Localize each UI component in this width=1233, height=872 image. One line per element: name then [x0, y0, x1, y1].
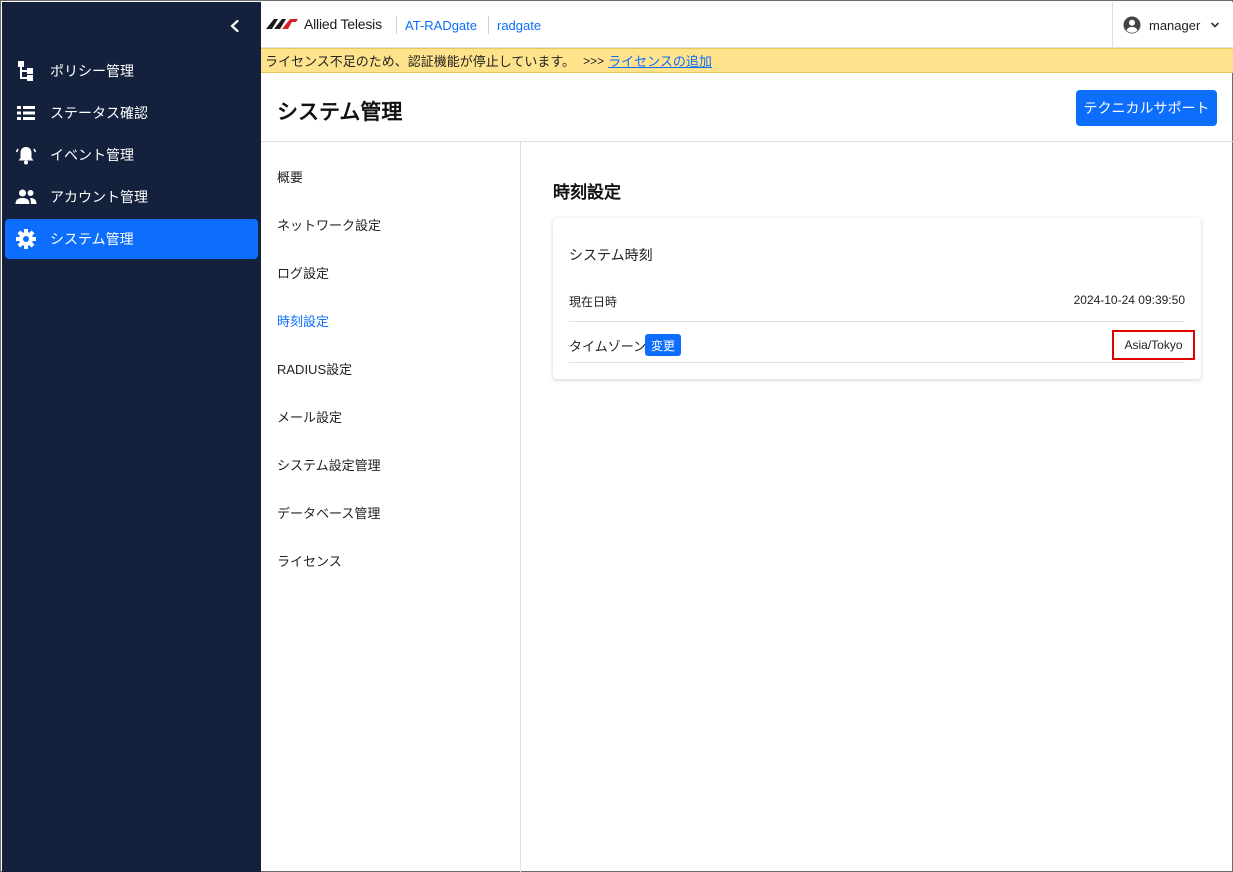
app-window: ポリシー管理 ステータス確認 イベント管理 アカウント管理 システム管理 All…	[0, 0, 1233, 872]
header-divider	[488, 16, 489, 34]
subnav-item-time[interactable]: 時刻設定	[277, 311, 329, 330]
page-header: システム管理 テクニカルサポート	[261, 73, 1233, 142]
user-menu[interactable]: manager	[1112, 2, 1233, 48]
sidebar-item-label: アカウント管理	[50, 189, 148, 205]
header-divider	[396, 16, 397, 34]
subnav-item-system-config[interactable]: システム設定管理	[277, 455, 381, 474]
page-title: システム管理	[277, 101, 403, 124]
product-name[interactable]: AT-RADgate	[405, 18, 477, 33]
sidebar-item-label: システム管理	[50, 231, 134, 247]
timezone-row: タイムゾーン 変更 Asia/Tokyo	[569, 322, 1195, 363]
license-warning-banner: ライセンス不足のため、認証機能が停止しています。 >>> ライセンスの追加	[261, 48, 1233, 73]
brand-name: Allied Telesis	[304, 16, 382, 32]
list-icon	[15, 102, 37, 124]
subnav-item-license[interactable]: ライセンス	[277, 551, 342, 570]
sidebar-item-label: ポリシー管理	[50, 63, 134, 79]
sidebar-item-status[interactable]: ステータス確認	[5, 93, 258, 133]
banner-message: ライセンス不足のため、認証機能が停止しています。	[265, 54, 576, 69]
host-name[interactable]: radgate	[497, 18, 541, 33]
subnav-item-mail[interactable]: メール設定	[277, 407, 342, 426]
system-subnav: 概要 ネットワーク設定 ログ設定 時刻設定 RADIUS設定 メール設定 システ…	[261, 142, 521, 872]
current-datetime-label: 現在日時	[569, 295, 618, 309]
card-title: システム時刻	[569, 247, 653, 263]
sidebar: ポリシー管理 ステータス確認 イベント管理 アカウント管理 システム管理	[2, 2, 261, 872]
subnav-item-overview[interactable]: 概要	[277, 167, 303, 186]
section-title: 時刻設定	[553, 183, 621, 202]
timezone-value: Asia/Tokyo	[1112, 330, 1195, 360]
brand-logo: Allied Telesis	[266, 16, 382, 32]
subnav-item-database[interactable]: データベース管理	[277, 503, 380, 522]
change-timezone-button[interactable]: 変更	[645, 334, 681, 356]
sidebar-item-system[interactable]: システム管理	[5, 219, 258, 259]
user-avatar-icon	[1123, 16, 1141, 34]
sidebar-collapse-button[interactable]	[223, 14, 247, 38]
sidebar-nav: ポリシー管理 ステータス確認 イベント管理 アカウント管理 システム管理	[5, 51, 258, 261]
subnav-item-network[interactable]: ネットワーク設定	[277, 215, 381, 234]
gear-icon	[15, 228, 37, 250]
banner-arrows: >>>	[583, 53, 605, 68]
sidebar-item-accounts[interactable]: アカウント管理	[5, 177, 258, 217]
bell-icon	[15, 144, 37, 166]
sidebar-item-label: ステータス確認	[50, 105, 148, 121]
current-datetime-value: 2024-10-24 09:39:50	[1073, 293, 1185, 307]
sidebar-item-label: イベント管理	[50, 147, 134, 163]
sidebar-item-policy[interactable]: ポリシー管理	[5, 51, 258, 91]
allied-telesis-logo-icon	[266, 19, 298, 29]
chevron-down-icon	[1211, 22, 1220, 28]
system-time-card: システム時刻 現在日時 2024-10-24 09:39:50 タイムゾーン 変…	[553, 218, 1201, 379]
sidebar-item-events[interactable]: イベント管理	[5, 135, 258, 175]
current-datetime-row: 現在日時 2024-10-24 09:39:50	[569, 285, 1185, 322]
users-icon	[15, 186, 37, 208]
technical-support-button[interactable]: テクニカルサポート	[1076, 90, 1217, 126]
chevron-left-icon	[230, 19, 239, 33]
timezone-label: タイムゾーン	[569, 339, 647, 354]
add-license-link[interactable]: ライセンスの追加	[608, 51, 712, 70]
top-bar: Allied Telesis AT-RADgate radgate manage…	[261, 2, 1233, 48]
policy-tree-icon	[15, 60, 37, 82]
subnav-item-radius[interactable]: RADIUS設定	[277, 359, 352, 378]
subnav-item-log[interactable]: ログ設定	[277, 263, 329, 282]
user-name: manager	[1149, 17, 1201, 33]
